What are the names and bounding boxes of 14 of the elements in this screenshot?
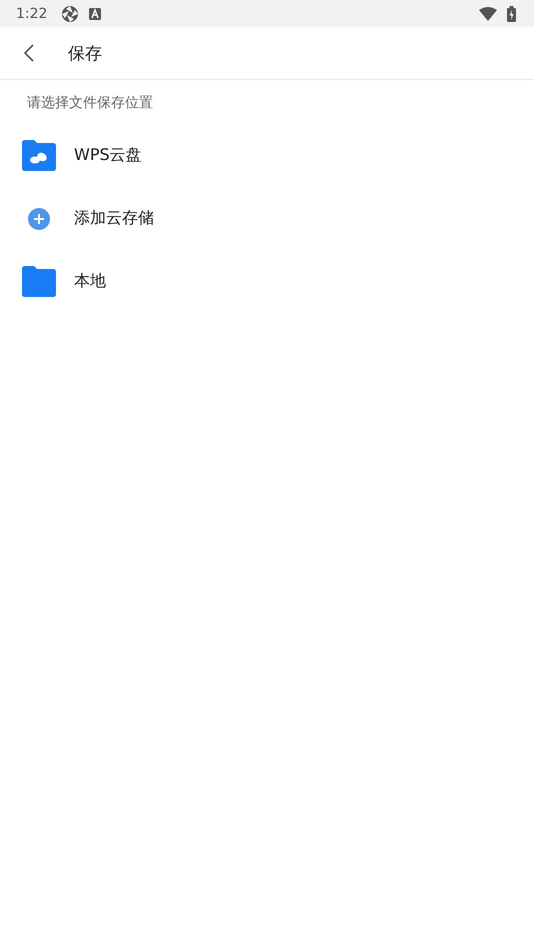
- location-item[interactable]: WPS云盘: [0, 124, 534, 187]
- page-title: 保存: [68, 42, 102, 64]
- location-item[interactable]: 添加云存储: [0, 187, 534, 250]
- battery-icon: [507, 6, 516, 22]
- back-icon: [24, 44, 34, 62]
- folder-icon: [22, 266, 56, 297]
- location-item[interactable]: 本地: [0, 250, 534, 313]
- cloud-folder-icon: [22, 140, 56, 171]
- wifi-icon: [479, 6, 497, 20]
- add-icon: [28, 208, 50, 230]
- section-label: 请选择文件保存位置: [26, 94, 154, 113]
- aperture-icon: [61, 4, 80, 22]
- keyboard-a-icon: [89, 8, 102, 20]
- status-time: 1:22: [16, 6, 48, 22]
